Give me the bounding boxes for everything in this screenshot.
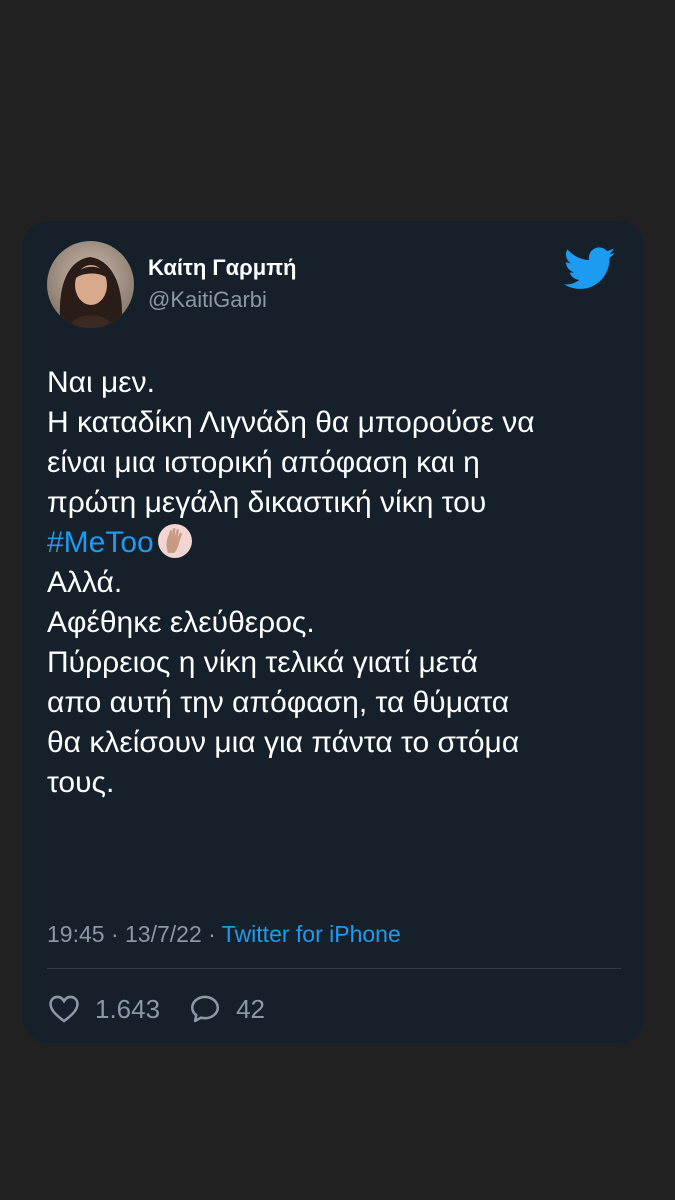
meta-separator: · — [104, 921, 126, 947]
like-count: 1.643 — [95, 993, 161, 1024]
heart-icon — [49, 995, 79, 1023]
tweet-line: απο αυτή την απόφαση, τα θύματα — [47, 686, 510, 719]
divider — [47, 968, 621, 969]
tweet-line: είναι μια ιστορική απόφαση και η — [47, 446, 480, 479]
tweet-line: πρώτη μεγάλη δικαστική νίκη του — [47, 486, 487, 519]
author-display-name[interactable]: Καίτη Γαρμπή — [148, 255, 297, 281]
tweet-actions: 1.643 42 — [47, 989, 265, 1029]
author-handle[interactable]: @KaitiGarbi — [148, 287, 267, 313]
avatar[interactable] — [47, 241, 134, 328]
hashtag-link[interactable]: #MeToo — [47, 526, 154, 559]
tweet-line: Ναι μεν. — [47, 366, 156, 399]
tweet-line-hashtag: #MeToo — [47, 523, 627, 563]
tweet-line: Αφέθηκε ελεύθερος. — [47, 606, 315, 639]
tweet-time[interactable]: 19:45 — [47, 921, 105, 947]
reply-button[interactable]: 42 — [188, 992, 265, 1026]
tweet-card[interactable]: Καίτη Γαρμπή @KaitiGarbi Ναι μεν. Η κατα… — [22, 221, 644, 1043]
tweet-line: Η καταδίκη Λιγνάδη θα μπορούσε να — [47, 406, 535, 439]
tweet-line: θα κλείσουν μια για πάντα το στόμα — [47, 726, 520, 759]
tweet-line: Πύρρειος η νίκη τελικά γιατί μετά — [47, 646, 478, 679]
reply-count: 42 — [236, 993, 265, 1024]
tweet-source-link[interactable]: Twitter for iPhone — [222, 921, 401, 947]
tweet-meta: 19:45 · 13/7/22 · Twitter for iPhone — [47, 921, 401, 948]
raised-hand-emoji-icon — [157, 523, 193, 559]
tweet-date[interactable]: 13/7/22 — [125, 921, 202, 947]
meta-separator: · — [201, 921, 222, 947]
reply-bubble-icon — [191, 995, 220, 1023]
tweet-text: Ναι μεν. Η καταδίκη Λιγνάδη θα μπορούσε … — [47, 363, 627, 803]
twitter-bird-icon — [563, 247, 616, 291]
like-button[interactable]: 1.643 — [47, 992, 160, 1026]
tweet-line: Αλλά. — [47, 566, 123, 599]
tweet-line: τους. — [47, 766, 115, 799]
